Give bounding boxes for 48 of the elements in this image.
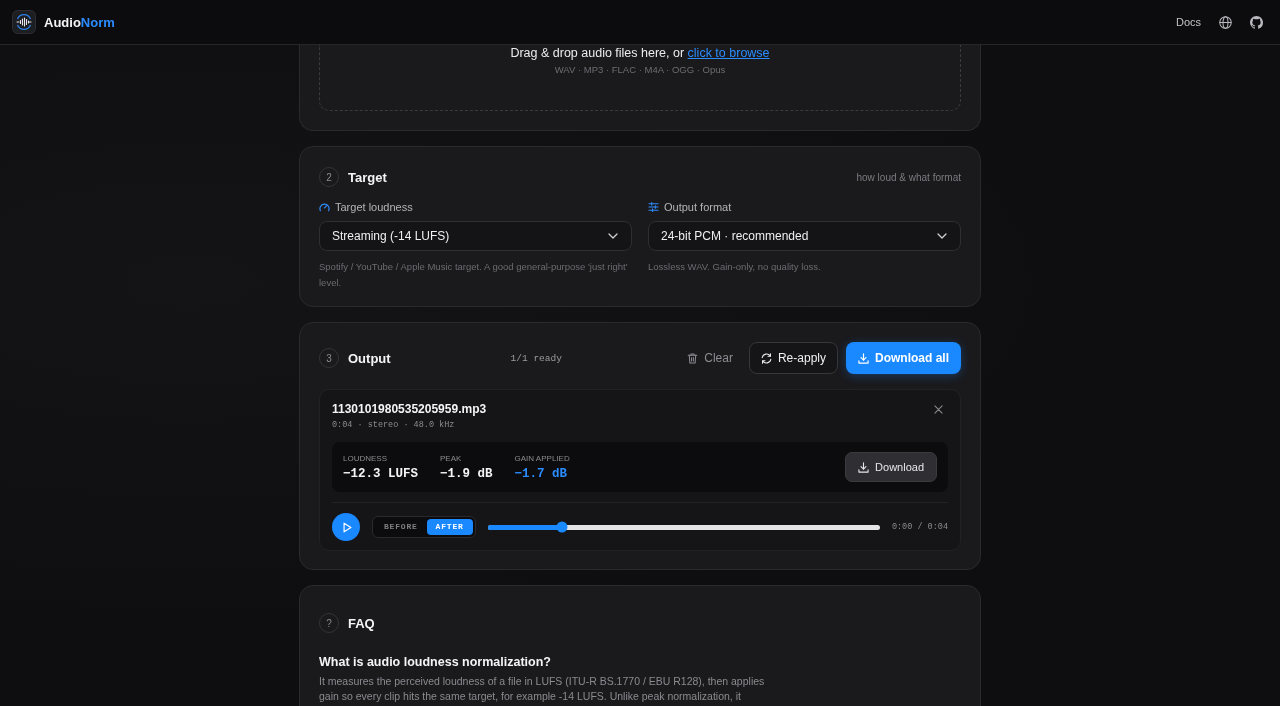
browse-link[interactable]: click to browse	[687, 46, 770, 60]
stat-label: PEAK	[440, 453, 463, 464]
trash-icon	[687, 352, 699, 364]
waveform-logo-icon[interactable]	[12, 10, 36, 34]
file-details: 0:04 · stereo · 48.0 kHz	[332, 419, 456, 431]
compare-tab[interactable]: BEFORE	[375, 519, 427, 535]
card-title: Output	[348, 350, 391, 366]
chevron-down-icon	[937, 233, 947, 239]
play-icon	[342, 521, 352, 533]
dropzone[interactable]: Drag & drop audio files here, or click to browse WAV · MP3 · FLAC · M4A · OGG · Opus	[319, 45, 961, 111]
field-label: Output format	[664, 201, 732, 213]
ready-status: 1/1 ready	[510, 352, 562, 364]
field-label: Target loudness	[335, 201, 413, 213]
chevron-down-icon	[608, 233, 618, 239]
brand-name: AudioNorm	[44, 14, 115, 30]
stat-value: −1.7 dB	[514, 467, 569, 481]
seek-thumb[interactable]	[556, 521, 568, 533]
download-button[interactable]: Download	[845, 452, 937, 482]
card-title: Target	[348, 169, 387, 185]
download-icon	[858, 352, 869, 364]
download-icon	[858, 461, 870, 473]
github-icon[interactable]	[1250, 15, 1263, 29]
field-help-text: Lossless WAV. Gain-only, no quality loss.	[648, 260, 822, 274]
card-title: FAQ	[348, 615, 375, 631]
stat-label: LOUDNESS	[343, 453, 388, 464]
dropdown-select[interactable]: Streaming (-14 LUFS)	[319, 221, 632, 251]
supported-formats: WAV · MP3 · FLAC · M4A · OGG · Opus	[553, 63, 727, 76]
playback-time: 0:00 / 0:04	[891, 522, 948, 532]
dropdown-select[interactable]: 24-bit PCM · recommended	[648, 221, 961, 251]
gauge-icon	[319, 202, 330, 212]
clear-button[interactable]: Clear	[679, 342, 741, 374]
faq-answer: It measures the perceived loudness of a file in LUFS (ITU-R BS.1770 / EBU R128), then applies gain so every clip hits the same target, for example -14 LUFS. Unlike peak normalization, it	[319, 674, 766, 704]
stat-value: −1.9 dB	[440, 467, 493, 481]
dropzone-prompt: Drag & drop audio files here, or click to browse	[509, 45, 771, 61]
file-name: 1130101980535205959.mp3	[332, 402, 487, 417]
play-button[interactable]	[332, 513, 360, 541]
docs-link[interactable]: Docs	[1175, 16, 1201, 28]
seek-slider[interactable]	[487, 524, 880, 530]
refresh-icon	[760, 352, 772, 364]
card-hint: how loud & what format	[856, 171, 961, 183]
stat-value: −12.3 LUFS	[343, 467, 418, 481]
globe-icon[interactable]	[1219, 15, 1232, 29]
faq-question: What is audio loudness normalization?	[319, 654, 552, 670]
field-help-text: Spotify / YouTube / Apple Music target. A good general-purpose 'just right' level.	[319, 260, 629, 290]
sliders-icon	[648, 202, 659, 212]
stat-label: GAIN APPLIED	[514, 453, 570, 464]
reapply-button[interactable]: Re-apply	[748, 342, 838, 374]
close-icon[interactable]	[934, 405, 943, 414]
